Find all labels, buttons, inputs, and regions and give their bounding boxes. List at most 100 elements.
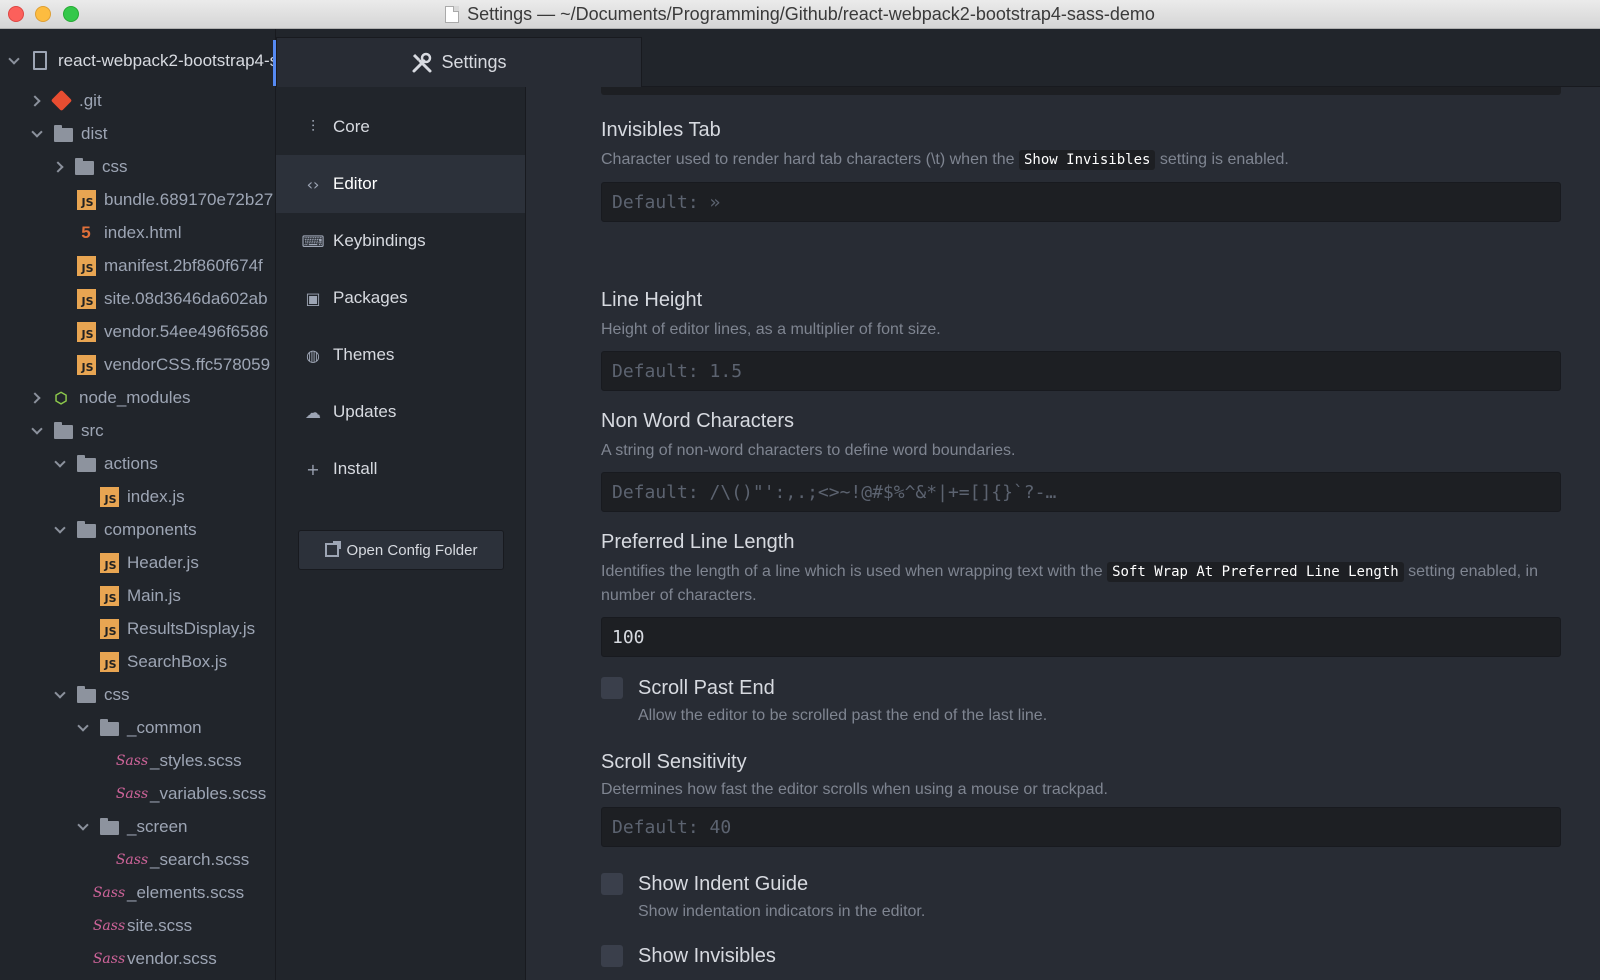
tree-item[interactable]: _common [0,711,275,744]
tree-item[interactable]: Sass site.scss [0,909,275,942]
nav-item-editor[interactable]: ‹› Editor [276,155,525,213]
nav-item-packages[interactable]: ▣ Packages [276,269,525,327]
setting-description: Allow the editor to be scrolled past the… [638,707,1048,724]
tree-item[interactable]: Sass _search.scss [0,843,275,876]
tab-settings[interactable]: Settings [276,37,642,87]
tree-item[interactable]: Sass _variables.scss [0,777,275,810]
tree-view: react-webpack2-bootstrap4-sass-demo .git… [0,29,276,980]
tree-item-label: Main.js [127,585,181,605]
show-invisibles-checkbox[interactable] [601,945,623,967]
js-file-icon: JS [99,585,119,606]
nav-item-keybindings[interactable]: ⌨ Keybindings [276,212,525,270]
tree-item[interactable]: JS SearchBox.js [0,645,275,678]
sliders-icon: ⫶ [310,117,315,136]
preferred-line-length-input[interactable]: 100 [601,617,1561,657]
invisibles-tab-input[interactable]: Default: » [601,182,1561,222]
settings-panel: Invisibles Tab Character used to render … [526,87,1600,980]
setting-non-word-characters: Non Word Characters A string of non-word… [601,410,1561,512]
nav-item-updates[interactable]: ☁ Updates [276,383,525,441]
tree-item[interactable]: _screen [0,810,275,843]
open-config-folder-button[interactable]: Open Config Folder [298,530,504,570]
tree-item-label: ResultsDisplay.js [127,618,256,638]
setting-description: Determines how fast the editor scrolls w… [601,781,1108,798]
tree-item[interactable]: src [0,414,275,447]
scroll-past-end-checkbox[interactable] [601,677,623,699]
chevron-down-icon[interactable] [54,686,66,699]
tree-item-label: _variables.scss [150,783,267,803]
chevron-right-icon[interactable] [52,160,64,173]
tree-item[interactable]: dist [0,117,275,150]
project-name: react-webpack2-bootstrap4-sass-demo [58,50,275,70]
folder-icon [76,685,96,705]
setting-scroll-sensitivity: Scroll Sensitivity Determines how fast t… [601,751,1561,847]
code-chip: Show Invisibles [1019,150,1156,170]
sass-icon: Sass [115,752,149,769]
nav-item-themes[interactable]: ◍ Themes [276,326,525,384]
tree-item-label: Header.js [127,552,199,572]
tree-item[interactable]: JS ResultsDisplay.js [0,612,275,645]
tree-item[interactable]: actions [0,447,275,480]
tree-item[interactable]: Sass vendor.scss [0,942,275,975]
title-bar: Settings — ~/Documents/Programming/Githu… [0,0,1600,29]
folder-icon [76,454,96,474]
plus-icon: + [306,459,320,479]
tree-item[interactable]: JS bundle.689170e72b27 [0,183,275,216]
setting-title: Line Height [601,289,703,311]
tree-item[interactable]: Sass _elements.scss [0,876,275,909]
chevron-down-icon[interactable] [77,818,89,831]
tree-item[interactable]: JS vendor.54ee496f6586 [0,315,275,348]
chevron-down-icon[interactable] [54,521,66,534]
sass-icon: Sass [115,785,149,802]
tree-item-label: css [102,156,128,176]
tree-item-label: vendor.54ee496f6586 [104,321,269,341]
chevron-right-icon[interactable] [29,94,41,107]
chevron-right-icon[interactable] [29,391,41,404]
tree-item[interactable]: Sass _styles.scss [0,744,275,777]
tree-item[interactable]: ⬡ node_modules [0,381,275,414]
tree-item-label: bundle.689170e72b27 [104,189,274,209]
show-indent-guide-checkbox[interactable] [601,873,623,895]
tree-item[interactable]: JS Main.js [0,579,275,612]
tree-item-label: index.html [104,222,182,242]
js-file-icon: JS [99,618,119,639]
document-icon [445,6,460,23]
tree-item[interactable]: JS Header.js [0,546,275,579]
line-height-input[interactable]: Default: 1.5 [601,351,1561,391]
nav-item-install[interactable]: + Install [276,440,525,498]
folder-icon [99,817,119,837]
nav-item-label: Editor [333,174,378,193]
tree-item[interactable]: JS vendorCSS.ffc578059 [0,348,275,381]
js-file-icon: JS [76,189,96,210]
tree-item-label: dist [81,123,108,143]
chevron-down-icon[interactable] [77,719,89,732]
non-word-characters-input[interactable]: Default: /\()"':,.;<>~!@#$%^&*|+=[]{}`?-… [601,472,1561,512]
setting-invisibles-tab: Invisibles Tab Character used to render … [601,119,1561,222]
chevron-down-icon[interactable] [8,52,20,65]
nav-item-label: Install [333,459,378,478]
chevron-down-icon[interactable] [31,125,43,138]
tree-item[interactable]: 5 index.html [0,216,275,249]
tree-item-label: index.js [127,486,185,506]
tree-root[interactable]: react-webpack2-bootstrap4-sass-demo [0,44,275,77]
settings-input[interactable] [601,87,1561,95]
tree-item-label: _search.scss [150,849,250,869]
sass-icon: Sass [92,950,126,967]
setting-title: Non Word Characters [601,410,795,432]
tree-item[interactable]: components [0,513,275,546]
tree-item[interactable]: JS manifest.2bf860f674f [0,249,275,282]
tree-item[interactable]: .git [0,84,275,117]
paintcan-icon: ◍ [306,345,320,365]
nav-item-label: Themes [333,345,395,364]
tree-item[interactable]: JS site.08d3646da602ab [0,282,275,315]
tab-label: Settings [441,52,507,72]
chevron-down-icon[interactable] [31,422,43,435]
scroll-sensitivity-input[interactable]: Default: 40 [601,807,1561,847]
tree-item[interactable]: JS index.js [0,480,275,513]
chevron-down-icon[interactable] [54,455,66,468]
tree-item[interactable]: css [0,150,275,183]
tree-item[interactable]: css [0,678,275,711]
nav-item-core[interactable]: ⫶ Core [276,98,525,156]
external-link-icon [324,541,341,557]
sass-icon: Sass [92,884,126,901]
setting-title: Scroll Sensitivity [601,751,747,773]
